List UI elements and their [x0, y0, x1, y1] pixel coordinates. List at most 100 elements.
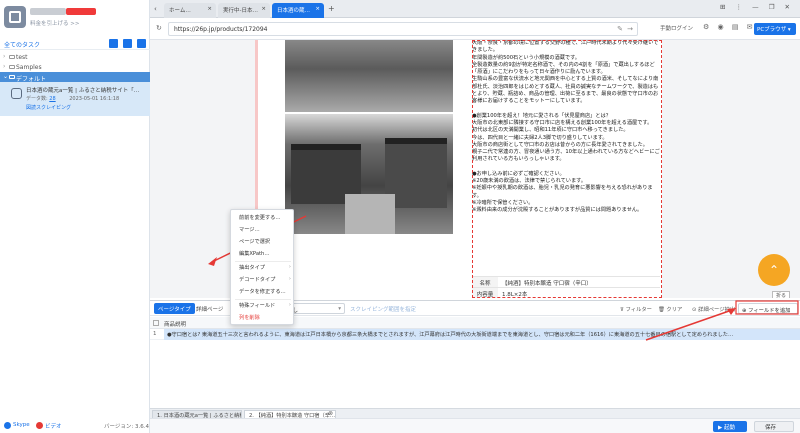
video-icon — [36, 422, 43, 429]
detail-extract-button[interactable]: ⊙ 詳細ページ抽出 — [692, 305, 736, 313]
pc-browser-dropdown[interactable]: PCブラウザ ▾ — [754, 23, 796, 35]
tree-item-label: Samples — [16, 64, 42, 71]
tab-running[interactable]: 実行中-日本… × — [218, 3, 270, 18]
menu-merge[interactable]: マージ… — [239, 226, 291, 233]
skype-icon — [4, 422, 11, 429]
fab-label[interactable]: 折る — [772, 291, 791, 298]
toolbar-icons[interactable]: ⚙ ◉ ▤ ✉ — [703, 23, 756, 31]
upgrade-link[interactable]: 料金を引上げる >> — [30, 19, 79, 27]
desc-paragraph: 初代は北区の天満開業し、昭和11年頃に守口市へ移ってきました。 — [472, 127, 629, 134]
tab-label: ホーム… — [169, 8, 191, 14]
tree-item-test[interactable]: › test — [0, 52, 150, 62]
browser-tabbar: ‹ ホーム… × 実行中-日本… × 日本酒の蔵… × + ⊞ ⋮ — ❐ ✕ — [150, 0, 800, 18]
menu-special-field[interactable]: 特殊フィールド › — [239, 302, 291, 309]
tab-page-type[interactable]: ページタイプ — [154, 303, 195, 314]
spec-row: 内容量 1.8L×2本 — [472, 288, 660, 298]
task-item[interactable]: 日本酒の蔵元a一覧 | ふるさと納税サイト「… データ数: 28 2023-05… — [0, 82, 150, 116]
collapse-fab[interactable]: ⌃ — [758, 254, 790, 286]
menu-select-on-page[interactable]: ページで選択 — [239, 238, 291, 245]
desc-paragraph: ※澱料由来の成分が沈殿することがありますが品質には問題ありません。 — [472, 207, 643, 214]
chevron-down-icon: ▾ — [338, 306, 341, 312]
folder-icon — [9, 55, 15, 59]
product-spec-table: 名称 【純酒】特別本醸造 守口宿（辛口） 内容量 1.8L×2本 — [472, 276, 660, 298]
menu-modify-data[interactable]: データを修正する… — [239, 288, 291, 295]
clear-button[interactable]: 🗑 クリア — [658, 305, 682, 313]
chevron-right-icon: › — [3, 53, 6, 60]
add-task-icon[interactable] — [109, 39, 118, 48]
close-icon[interactable]: × — [315, 6, 320, 12]
desc-heading: ●創業100年を超え！地元に愛される「伏見屋商店」とは？ — [472, 112, 611, 119]
edit-icon[interactable]: ✎ — [617, 25, 623, 33]
spec-key: 名称 — [472, 277, 498, 287]
chevron-right-icon: › — [288, 302, 291, 308]
menu-decode-type[interactable]: デコードタイプ › — [239, 276, 291, 283]
new-tab-button[interactable]: + — [328, 4, 335, 13]
tab-label: 日本酒の蔵… — [277, 8, 311, 14]
data-count-label: データ数: — [26, 96, 48, 102]
add-field-button[interactable]: ⊕ フィールドを追加 — [738, 303, 798, 314]
column-header[interactable]: 商品説明 — [164, 320, 186, 328]
link-icon: ⊙ — [692, 307, 697, 313]
select-all-checkbox[interactable] — [153, 320, 159, 326]
robot-icon — [11, 88, 22, 99]
user-name-redacted — [30, 8, 66, 15]
address-bar: ↻ https://26p.jp/products/172094 ✎ → 手動ロ… — [150, 18, 800, 40]
tab-detail-page[interactable]: 詳細ページ — [192, 303, 227, 314]
tab-label: 実行中-日本… — [223, 8, 258, 14]
table-cell[interactable]: ●守口宿とは? 東海道五十三次と言われるように、東海道は江戸日本橋から京都三条大… — [164, 329, 800, 340]
manual-login-button[interactable]: 手動ログイン — [660, 24, 693, 32]
data-count-value[interactable]: 28 — [49, 96, 55, 102]
sort-icon[interactable] — [137, 39, 146, 48]
save-button[interactable]: 保存 — [754, 421, 794, 432]
close-icon[interactable]: × — [261, 6, 266, 12]
tree-item-default[interactable]: ⌄ デフォルト — [0, 72, 150, 83]
add-field-label: フィールドを追加 — [748, 308, 791, 314]
product-description[interactable]: 大阪・奈良・京都の境に位置する交野の種で、江戸時代末期より代々受け継いできました… — [472, 40, 660, 272]
run-button[interactable]: ▶ 起動 — [713, 421, 747, 432]
menu-rename[interactable]: 前前を変更する… — [239, 214, 291, 221]
chevron-right-icon: › — [288, 264, 291, 270]
scrape-range-link[interactable]: スクレイピング範囲を指定 — [350, 305, 416, 313]
menu-label: データを修正する… — [239, 289, 286, 295]
tab-sake[interactable]: 日本酒の蔵… × — [272, 3, 324, 18]
street-photo-top[interactable] — [285, 40, 453, 112]
user-plan-redacted — [66, 8, 96, 15]
spec-value[interactable]: 1.8L×2本 — [498, 288, 531, 298]
window-controls[interactable]: ⊞ ⋮ — ❐ ✕ — [720, 3, 794, 11]
reload-icon[interactable]: ↻ — [156, 24, 162, 32]
pc-browser-label: PCブラウザ — [757, 27, 787, 33]
table-row[interactable]: 1 ●守口宿とは? 東海道五十三次と言われるように、東海道は江戸日本橋から京都三… — [150, 329, 800, 340]
sidebar-footer: Skype ビデオ バージョン: 3.6.4 — [0, 418, 150, 433]
close-icon[interactable]: ⊗ — [328, 410, 333, 417]
video-link[interactable]: ビデオ — [45, 422, 62, 430]
avatar[interactable] — [4, 6, 26, 28]
tasks-title[interactable]: 全てのタスク — [4, 40, 40, 49]
task-meta: データ数: 28 2023-05-01 16:1:18 — [26, 95, 119, 102]
close-icon[interactable]: × — [207, 6, 212, 12]
task-type: 図読スクレイピング — [26, 105, 72, 111]
skype-link[interactable]: Skype — [13, 422, 30, 428]
tree-item-samples[interactable]: › Samples — [0, 62, 150, 72]
menu-delete-column[interactable]: 列を削除 — [239, 314, 291, 321]
menu-label: ページで選択 — [239, 239, 271, 245]
grid-empty-area — [150, 340, 800, 408]
url-input[interactable]: https://26p.jp/products/172094 ✎ → — [168, 22, 638, 36]
add-folder-icon[interactable] — [123, 39, 132, 48]
back-icon[interactable]: ‹ — [154, 5, 157, 13]
street-photo-bottom[interactable] — [285, 114, 453, 234]
tab-home[interactable]: ホーム… × — [164, 3, 216, 18]
run-label: 起動 — [723, 425, 735, 431]
page-tabs: 1. 日本酒の蔵元a一覧 | ふるさと納税サ… 2. 【純酒】特別本醸造 守口宿… — [150, 408, 800, 419]
filter-label: フィルター — [625, 307, 652, 313]
menu-edit-xpath[interactable]: 編集XPath… — [239, 250, 291, 257]
spec-value[interactable]: 【純酒】特別本醸造 守口宿（辛口） — [498, 277, 596, 287]
play-icon: ▶ — [718, 425, 723, 431]
filter-button[interactable]: ⊽ フィルター — [620, 305, 652, 313]
user-row: 料金を引上げる >> — [0, 0, 150, 36]
go-icon[interactable]: → — [627, 25, 633, 33]
spec-key: 内容量 — [472, 288, 498, 298]
task-title: 日本酒の蔵元a一覧 | ふるさと納税サイト「… — [26, 88, 140, 94]
chevron-right-icon: › — [288, 276, 291, 282]
menu-extract-type[interactable]: 抽出タイプ › — [239, 264, 291, 271]
chevron-down-icon: ▾ — [787, 27, 791, 33]
